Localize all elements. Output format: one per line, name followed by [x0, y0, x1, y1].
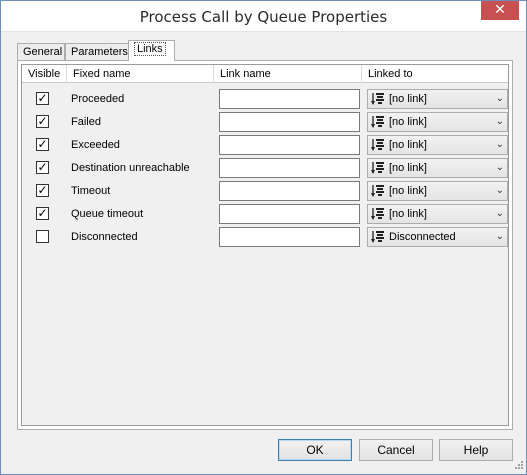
title-bar[interactable]: Process Call by Queue Properties ✕ [1, 1, 526, 32]
tab-general[interactable]: General [17, 43, 65, 61]
fixed-name-label: Proceeded [71, 93, 125, 105]
visible-checkbox[interactable]: ✓ [36, 206, 49, 220]
visible-checkbox[interactable]: ✓ [36, 114, 49, 128]
linked-to-value: [no link] [389, 93, 427, 105]
chevron-down-icon: ⌄ [495, 231, 504, 242]
check-icon: ✓ [37, 137, 48, 151]
link-name-input[interactable] [219, 135, 360, 155]
tab-general-label: General [23, 46, 63, 58]
link-name-input[interactable] [219, 112, 360, 132]
linked-to-dropdown[interactable]: Disconnected ⌄ [367, 227, 508, 247]
linked-to-dropdown[interactable]: [no link] ⌄ [367, 135, 508, 155]
check-icon: ✓ [37, 160, 48, 174]
ok-button[interactable]: OK [278, 439, 352, 461]
link-target-icon [371, 92, 385, 107]
linked-to-value: [no link] [389, 208, 427, 220]
linked-to-dropdown[interactable]: [no link] ⌄ [367, 158, 508, 178]
link-target-icon [371, 207, 385, 222]
grid-header: Visible Fixed name Link name Linked to [22, 65, 508, 83]
chevron-down-icon: ⌄ [495, 208, 504, 219]
fixed-name-label: Queue timeout [71, 208, 144, 220]
table-row: ✓ Proceeded [no link] ⌄ [22, 88, 508, 111]
table-row: Disconnected Disconnected ⌄ [22, 226, 508, 249]
link-name-input[interactable] [219, 204, 360, 224]
visible-checkbox[interactable]: ✓ [36, 137, 49, 151]
table-row: ✓ Destination unreachable [no link] ⌄ [22, 157, 508, 180]
close-icon: ✕ [494, 2, 506, 18]
table-row: ✓ Timeout [no link] ⌄ [22, 180, 508, 203]
visible-checkbox[interactable] [36, 230, 49, 243]
column-header-link-name[interactable]: Link name [214, 65, 362, 83]
link-name-input[interactable] [219, 227, 360, 247]
link-target-icon [371, 230, 385, 245]
column-header-linked-to[interactable]: Linked to [362, 65, 508, 83]
dialog-window: Process Call by Queue Properties ✕ Gener… [0, 0, 527, 475]
linked-to-value: [no link] [389, 139, 427, 151]
close-button[interactable]: ✕ [481, 1, 519, 20]
tab-links-label: Links [134, 42, 166, 56]
tab-links[interactable]: Links [128, 40, 175, 61]
tab-parameters[interactable]: Parameters [65, 43, 129, 61]
fixed-name-label: Timeout [71, 185, 111, 197]
table-row: ✓ Failed [no link] ⌄ [22, 111, 508, 134]
resize-grip-icon[interactable] [512, 460, 524, 472]
fixed-name-label: Exceeded [71, 139, 120, 151]
link-name-input[interactable] [219, 158, 360, 178]
cancel-button[interactable]: Cancel [359, 439, 433, 461]
check-icon: ✓ [37, 206, 48, 220]
window-title: Process Call by Queue Properties [139, 8, 388, 26]
chevron-down-icon: ⌄ [495, 93, 504, 104]
fixed-name-label: Destination unreachable [71, 162, 190, 174]
chevron-down-icon: ⌄ [495, 139, 504, 150]
chevron-down-icon: ⌄ [495, 162, 504, 173]
column-header-visible[interactable]: Visible [22, 65, 67, 83]
check-icon: ✓ [37, 91, 48, 105]
link-name-input[interactable] [219, 89, 360, 109]
check-icon: ✓ [37, 114, 48, 128]
linked-to-value: [no link] [389, 185, 427, 197]
linked-to-value: [no link] [389, 116, 427, 128]
link-target-icon [371, 161, 385, 176]
visible-checkbox[interactable]: ✓ [36, 91, 49, 105]
linked-to-dropdown[interactable]: [no link] ⌄ [367, 112, 508, 132]
table-row: ✓ Exceeded [no link] ⌄ [22, 134, 508, 157]
visible-checkbox[interactable]: ✓ [36, 183, 49, 197]
linked-to-dropdown[interactable]: [no link] ⌄ [367, 89, 508, 109]
table-row: ✓ Queue timeout [no link] ⌄ [22, 203, 508, 226]
linked-to-dropdown[interactable]: [no link] ⌄ [367, 181, 508, 201]
chevron-down-icon: ⌄ [495, 116, 504, 127]
fixed-name-label: Disconnected [71, 231, 138, 243]
visible-checkbox[interactable]: ✓ [36, 160, 49, 174]
link-target-icon [371, 184, 385, 199]
link-target-icon [371, 115, 385, 130]
help-button[interactable]: Help [439, 439, 513, 461]
linked-to-dropdown[interactable]: [no link] ⌄ [367, 204, 508, 224]
fixed-name-label: Failed [71, 116, 101, 128]
check-icon: ✓ [37, 183, 48, 197]
linked-to-value: [no link] [389, 162, 427, 174]
links-panel: Visible Fixed name Link name Linked to ✓… [17, 60, 513, 430]
linked-to-value: Disconnected [389, 231, 456, 243]
link-name-input[interactable] [219, 181, 360, 201]
chevron-down-icon: ⌄ [495, 185, 504, 196]
links-grid: Visible Fixed name Link name Linked to ✓… [21, 64, 509, 426]
column-header-fixed-name[interactable]: Fixed name [67, 65, 214, 83]
tab-parameters-label: Parameters [71, 46, 128, 58]
link-target-icon [371, 138, 385, 153]
